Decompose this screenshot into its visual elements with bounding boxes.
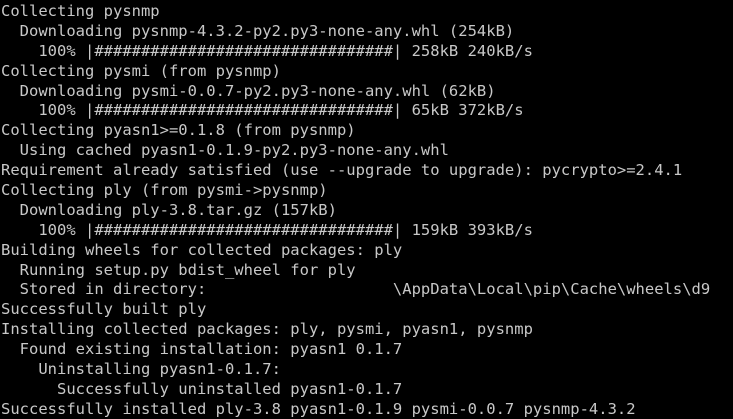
terminal-line: Collecting pysmi (from pysnmp) [1,61,281,80]
terminal-line: Downloading pysmi-0.0.7-py2.py3-none-any… [1,81,496,100]
terminal-line: Successfully built ply [1,300,207,319]
terminal-window[interactable]: Collecting pysnmp Downloading pysnmp-4.3… [0,0,733,419]
terminal-line: 100% |################################| … [1,41,533,60]
terminal-line: Successfully uninstalled pyasn1-0.1.7 [1,379,403,398]
terminal-line: Stored in directory: \AppData\Local\pip\… [1,280,711,299]
terminal-line: Collecting pyasn1>=0.1.8 (from pysnmp) [1,121,356,140]
terminal-line: Uninstalling pyasn1-0.1.7: [1,360,281,379]
terminal-line: Using cached pyasn1-0.1.9-py2.py3-none-a… [1,141,449,160]
terminal-line: Downloading pysnmp-4.3.2-py2.py3-none-an… [1,21,515,40]
terminal-line: 100% |################################| … [1,101,524,120]
terminal-line: Requirement already satisfied (use --upg… [1,161,683,180]
terminal-line: Successfully installed ply-3.8 pyasn1-0.… [1,399,636,418]
terminal-line: Installing collected packages: ply, pysm… [1,320,533,339]
terminal-line: 100% |################################| … [1,220,533,239]
terminal-line: Downloading ply-3.8.tar.gz (157kB) [1,200,337,219]
terminal-line: Running setup.py bdist_wheel for ply [1,260,356,279]
terminal-line: Building wheels for collected packages: … [1,240,403,259]
terminal-line: Collecting pysnmp [1,2,160,20]
terminal-line: Found existing installation: pyasn1 0.1.… [1,340,403,359]
terminal-line: Collecting ply (from pysmi->pysnmp) [1,181,328,200]
